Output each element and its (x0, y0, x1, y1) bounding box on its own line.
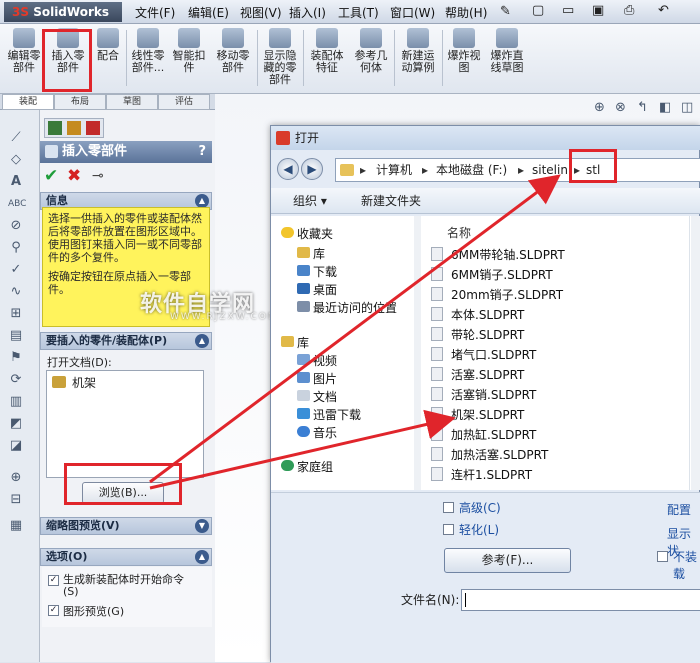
annotation-arrows (149, 174, 561, 490)
arrow-to-frame-part (149, 409, 456, 490)
arrow-to-stl-folder (149, 174, 561, 484)
